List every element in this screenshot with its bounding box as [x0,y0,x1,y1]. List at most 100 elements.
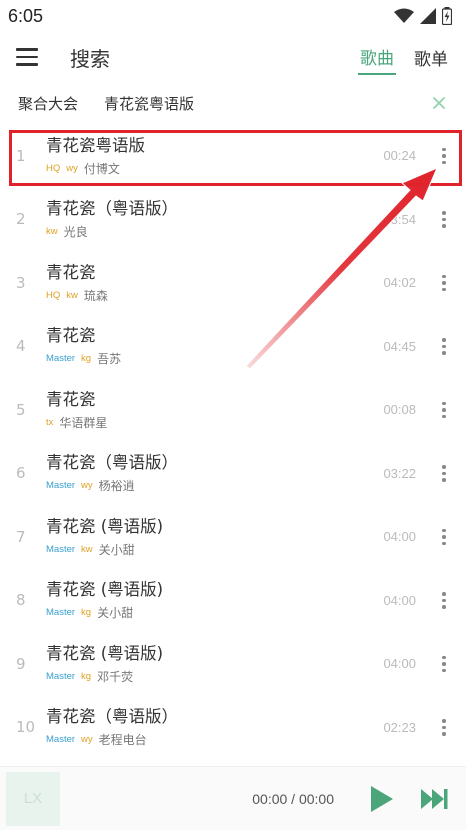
quality-badge: Master [46,607,76,619]
status-time: 6:05 [8,5,44,26]
song-index: 10 [16,718,36,737]
source-badge: tx [46,416,54,428]
quality-badge: Master [46,353,76,365]
song-title: 青花瓷 (粤语版) [46,643,164,663]
song-meta: Master wy 杨裕逍 [46,477,360,494]
song-index: 9 [16,654,26,673]
source-badge: wy [81,734,93,746]
song-singer: 杨裕逍 [98,479,135,494]
song-index: 7 [16,527,26,546]
song-row[interactable]: 9 青花瓷 (粤语版) Master kg 邓千荧 04:00 [0,632,466,696]
next-icon[interactable] [418,783,450,815]
song-title: 青花瓷（粤语版） [46,707,178,727]
song-row[interactable]: 3 青花瓷 HQ kw 琉森 04:02 [0,251,466,315]
search-source-selector[interactable]: 聚合大会 [18,93,78,114]
song-info: 青花瓷 HQ kw 琉森 [46,262,360,304]
song-list: 1 青花瓷粤语版 HQ wy 付博文 00:24 2 青花瓷（粤语版） kw 光良… [0,124,466,759]
song-title: 青花瓷粤语版 [46,135,145,155]
player-bar: LX 00:00 / 00:00 [0,766,466,830]
song-info: 青花瓷（粤语版） kw 光良 [46,198,360,240]
more-options-icon[interactable] [436,400,452,420]
song-meta: HQ wy 付博文 [46,160,360,177]
more-options-icon[interactable] [436,146,452,166]
song-info: 青花瓷 (粤语版) Master kg 关小甜 [46,579,360,621]
app-bar: 搜索 歌曲 歌单 [0,32,466,82]
song-index: 8 [16,591,26,610]
song-index: 4 [16,337,26,356]
song-info: 青花瓷 (粤语版) Master kg 邓千荧 [46,643,360,685]
wifi-icon [394,8,414,23]
song-title: 青花瓷 [46,389,96,409]
more-options-icon[interactable] [436,209,452,229]
song-singer: 琉森 [83,288,108,303]
more-options-icon[interactable] [436,654,452,674]
tab-playlists[interactable]: 歌单 [412,41,450,74]
song-title: 青花瓷（粤语版） [46,453,178,473]
playback-time: 00:00 / 00:00 [252,790,334,807]
song-row[interactable]: 8 青花瓷 (粤语版) Master kg 关小甜 04:00 [0,569,466,633]
more-options-icon[interactable] [436,527,452,547]
song-meta: Master wy 老程电台 [46,731,360,748]
tab-songs[interactable]: 歌曲 [358,40,396,75]
quality-badge: Master [46,543,76,555]
source-badge: kg [81,353,92,365]
song-meta: Master kg 关小甜 [46,604,360,621]
song-singer: 付博文 [83,161,120,176]
source-badge: kw [46,226,58,238]
song-duration: 03:54 [383,211,416,227]
more-options-icon[interactable] [436,336,452,356]
song-title: 青花瓷 (粤语版) [46,580,164,600]
source-badge: kg [81,607,92,619]
song-info: 青花瓷（粤语版） Master wy 老程电台 [46,706,360,748]
source-badge: kw [66,289,78,301]
song-row[interactable]: 10 青花瓷（粤语版） Master wy 老程电台 02:23 [0,696,466,760]
song-duration: 02:23 [383,719,416,735]
more-options-icon[interactable] [436,463,452,483]
quality-badge: Master [46,734,76,746]
battery-icon [442,7,452,25]
song-row[interactable]: 2 青花瓷（粤语版） kw 光良 03:54 [0,188,466,252]
song-duration: 04:00 [383,656,416,672]
status-icons [394,7,452,25]
song-row[interactable]: 6 青花瓷（粤语版） Master wy 杨裕逍 03:22 [0,442,466,506]
song-row[interactable]: 5 青花瓷 tx 华语群星 00:08 [0,378,466,442]
song-info: 青花瓷 (粤语版) Master kw 关小甜 [46,516,360,558]
song-meta: Master kw 关小甜 [46,541,360,558]
song-index: 5 [16,400,26,419]
play-icon[interactable] [364,783,396,815]
song-row[interactable]: 1 青花瓷粤语版 HQ wy 付博文 00:24 [0,124,466,188]
song-index: 3 [16,273,26,292]
song-info: 青花瓷粤语版 HQ wy 付博文 [46,135,360,177]
song-duration: 00:08 [383,402,416,418]
page-title: 搜索 [70,46,110,71]
song-singer: 邓千荧 [97,669,134,684]
song-info: 青花瓷 tx 华语群星 [46,389,360,431]
song-meta: HQ kw 琉森 [46,287,360,304]
song-meta: Master kg 邓千荧 [46,668,360,685]
more-options-icon[interactable] [436,717,452,737]
song-row[interactable]: 7 青花瓷 (粤语版) Master kw 关小甜 04:00 [0,505,466,569]
song-singer: 关小甜 [97,606,134,621]
menu-icon[interactable] [16,43,44,71]
song-singer: 吾苏 [97,352,122,367]
more-options-icon[interactable] [436,590,452,610]
album-cover[interactable]: LX [6,771,60,826]
song-index: 1 [16,146,26,165]
source-badge: kw [81,543,93,555]
song-singer: 光良 [63,225,88,240]
more-options-icon[interactable] [436,273,452,293]
quality-badge: Master [46,670,76,682]
clear-icon[interactable] [430,94,448,112]
search-query[interactable]: 青花瓷粤语版 [104,93,194,114]
quality-badge: Master [46,480,76,492]
song-title: 青花瓷（粤语版） [46,199,178,219]
song-meta: Master kg 吾苏 [46,350,360,367]
song-duration: 04:45 [383,338,416,354]
quality-badge: HQ [46,289,61,301]
status-bar: 6:05 [0,0,466,32]
song-duration: 04:02 [383,275,416,291]
song-index: 2 [16,210,26,229]
song-duration: 03:22 [383,465,416,481]
song-row[interactable]: 4 青花瓷 Master kg 吾苏 04:45 [0,315,466,379]
song-singer: 老程电台 [98,733,147,748]
